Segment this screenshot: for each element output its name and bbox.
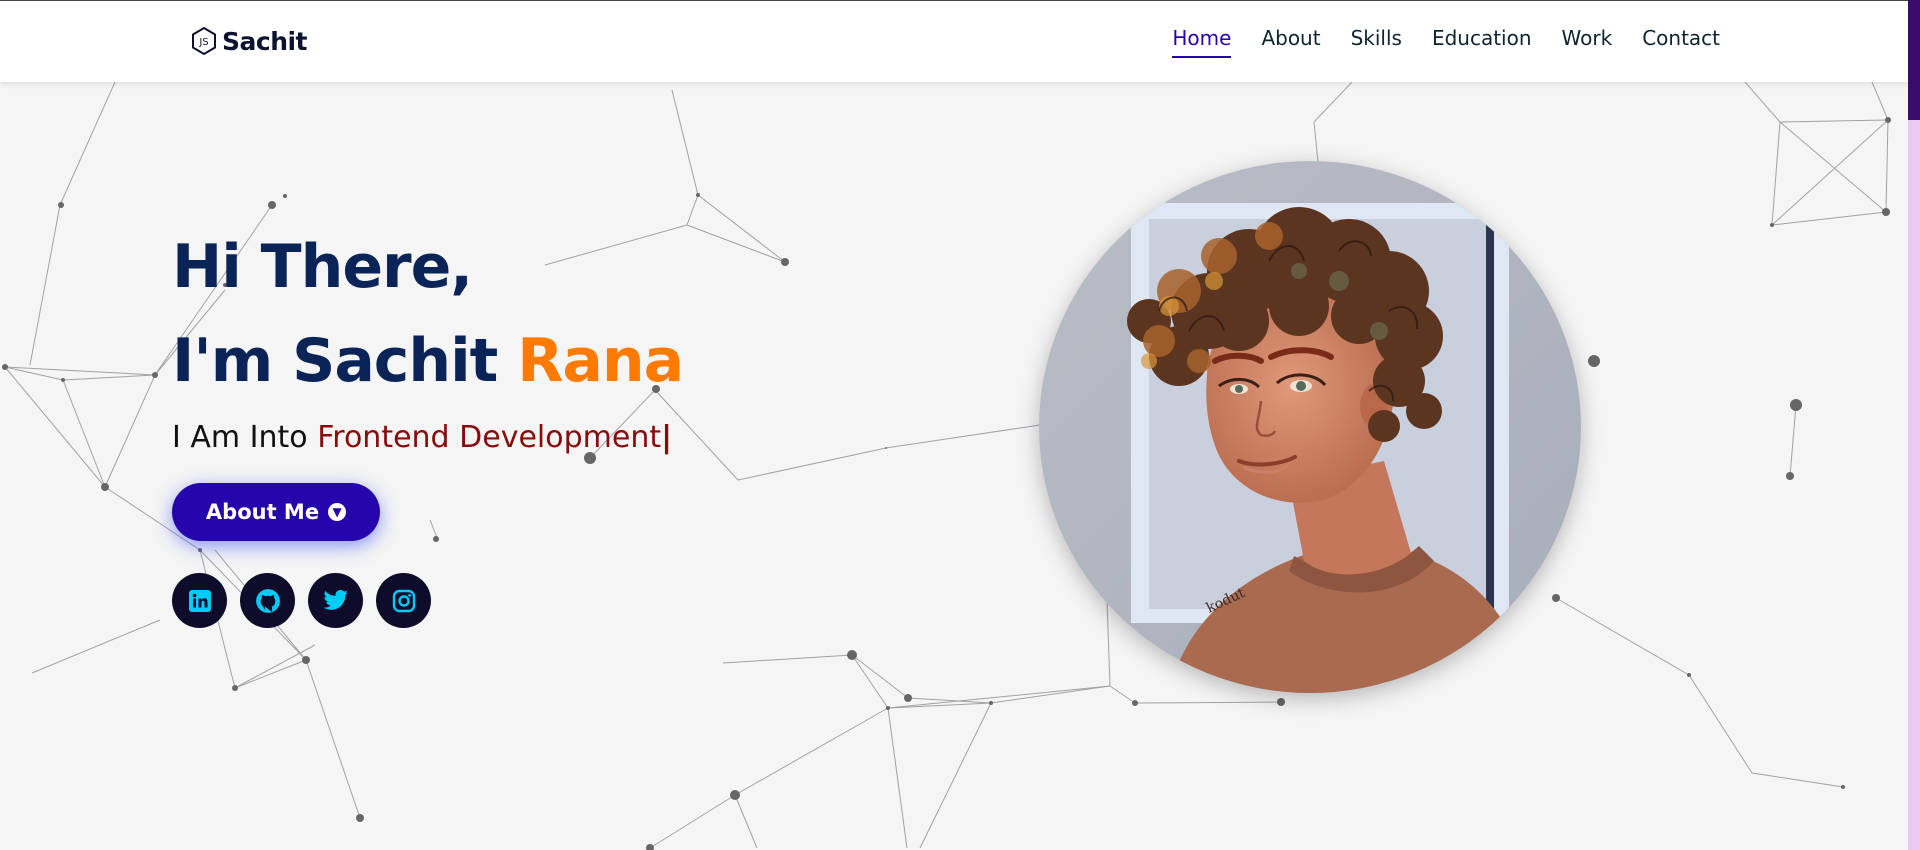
github-link[interactable] [240, 573, 295, 628]
hero-name: I'm Sachit Rana [172, 314, 684, 408]
brand-logo[interactable]: JS Sachit [190, 24, 308, 58]
nav-link-work[interactable]: Work [1562, 26, 1613, 58]
twitter-icon [322, 589, 348, 610]
top-navbar: JS Sachit Home About Skills Education Wo… [0, 0, 1908, 82]
hero-subtitle: I Am Into Frontend Development| [172, 420, 683, 455]
instagram-icon [392, 589, 415, 612]
brand-name: Sachit [222, 26, 308, 56]
linkedin-link[interactable] [172, 573, 227, 628]
instagram-link[interactable] [376, 573, 431, 628]
scrollbar-thumb[interactable] [1908, 0, 1920, 120]
hero-section: Hi There, I'm Sachit Rana I Am Into Fron… [172, 220, 684, 628]
nav-link-education[interactable]: Education [1432, 26, 1532, 58]
social-links [172, 573, 683, 628]
twitter-link[interactable] [308, 573, 363, 628]
github-icon [255, 588, 280, 613]
avatar-illustration: kodut [1039, 161, 1581, 693]
hero-greeting: Hi There, [172, 232, 473, 302]
nav-link-home[interactable]: Home [1172, 26, 1232, 58]
linkedin-icon [188, 589, 211, 612]
nav-menu: Home About Skills Education Work Contact [1172, 26, 1720, 58]
hero-name-accent: Rana [517, 326, 684, 396]
chevron-down-circle-icon: ▼ [328, 503, 347, 521]
window-top-border [0, 0, 1920, 1]
about-me-label: About Me [205, 500, 320, 524]
about-me-button[interactable]: About Me ▼ [172, 483, 380, 541]
js-logo-icon: JS [192, 26, 216, 56]
vertical-scrollbar[interactable] [1908, 0, 1920, 850]
svg-text:JS: JS [198, 37, 208, 48]
typing-caret: | [661, 420, 673, 455]
profile-avatar: kodut [1039, 161, 1581, 693]
nav-link-skills[interactable]: Skills [1351, 26, 1402, 58]
subtitle-prefix: I Am Into [172, 420, 308, 455]
nav-link-contact[interactable]: Contact [1642, 26, 1720, 58]
hero-name-prefix: I'm Sachit [172, 326, 498, 396]
typed-text: Frontend Development [317, 420, 662, 455]
nav-link-about[interactable]: About [1261, 26, 1320, 58]
